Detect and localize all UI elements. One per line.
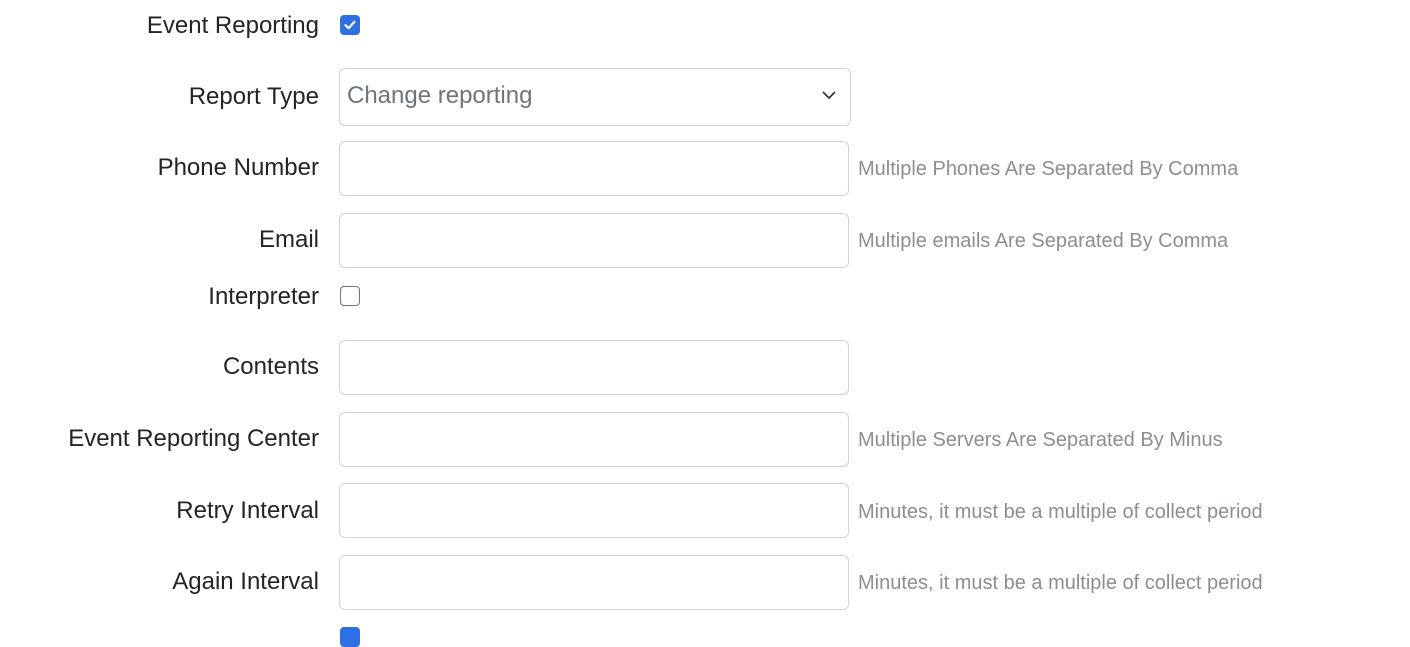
- again-interval-input[interactable]: [339, 555, 849, 610]
- interpreter-checkbox[interactable]: [340, 286, 360, 306]
- phone-number-hint: Multiple Phones Are Separated By Comma: [858, 158, 1239, 180]
- check-icon: [344, 20, 356, 30]
- chevron-down-icon: [822, 91, 836, 99]
- event-reporting-label: Event Reporting: [146, 12, 319, 39]
- phone-number-label: Phone Number: [157, 154, 319, 181]
- contents-input[interactable]: [339, 340, 849, 395]
- report-type-select[interactable]: Change reporting: [339, 68, 851, 126]
- event-reporting-checkbox[interactable]: [340, 15, 360, 35]
- again-interval-label: Again Interval: [172, 568, 319, 595]
- email-input[interactable]: [339, 213, 849, 268]
- event-reporting-center-label: Event Reporting Center: [68, 425, 319, 452]
- interpreter-label: Interpreter: [208, 283, 319, 310]
- email-label: Email: [258, 226, 319, 253]
- again-interval-hint: Minutes, it must be a multiple of collec…: [858, 572, 1263, 594]
- event-reporting-center-hint: Multiple Servers Are Separated By Minus: [858, 429, 1223, 451]
- report-type-label: Report Type: [188, 83, 319, 110]
- next-checkbox[interactable]: [340, 627, 360, 647]
- retry-interval-hint: Minutes, it must be a multiple of collec…: [858, 501, 1263, 523]
- retry-interval-input[interactable]: [339, 483, 849, 538]
- phone-number-input[interactable]: [339, 141, 849, 196]
- retry-interval-label: Retry Interval: [176, 497, 319, 524]
- event-reporting-center-input[interactable]: [339, 412, 849, 467]
- report-type-selected-value: Change reporting: [347, 82, 533, 109]
- email-hint: Multiple emails Are Separated By Comma: [858, 230, 1229, 252]
- contents-label: Contents: [222, 353, 319, 380]
